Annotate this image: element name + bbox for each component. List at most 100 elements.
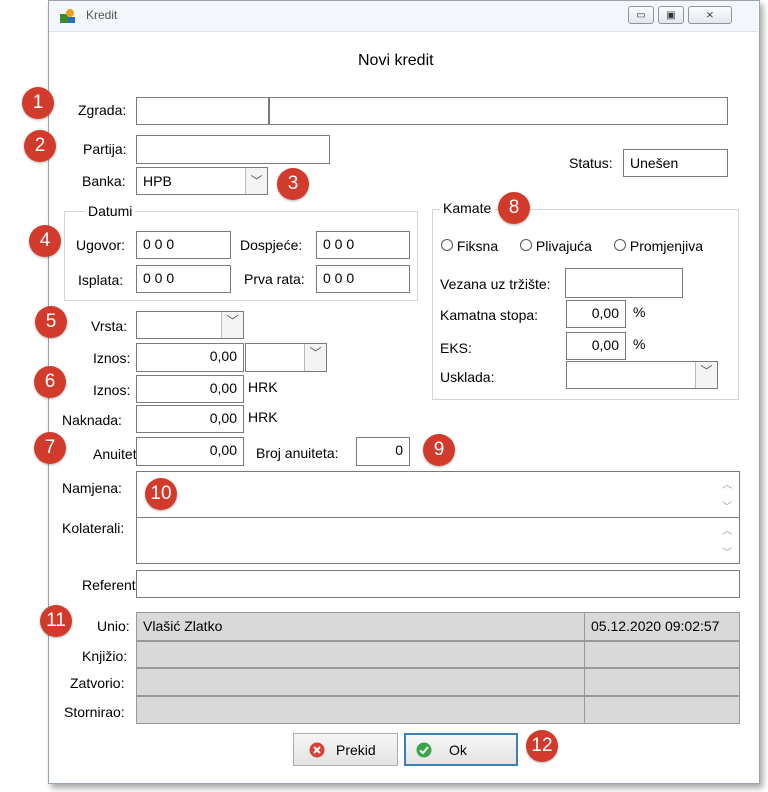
annotation-badge-12: 12 [526,730,558,762]
usklada-select[interactable]: ﹀ [566,361,718,389]
vezana-input[interactable] [565,268,683,298]
dospijece-value: 0 0 0 [323,236,355,252]
naknada-currency: HRK [248,409,278,425]
iznos-hrk-label: Iznos: [93,382,131,398]
isplata-label: Isplata: [78,272,124,288]
anuitet-label: Anuitet [93,446,137,462]
knjizio-date-field [584,641,740,668]
annotation-badge-7: 7 [34,432,66,464]
isplata-date-input[interactable]: 0 0 0 [136,265,231,293]
iznos-hrk-value: 0,00 [209,380,237,396]
eks-value: 0,00 [591,337,619,353]
prekid-label: Prekid [336,742,376,758]
kolaterali-label: Kolaterali: [62,520,125,536]
prva-rata-label: Prva rata: [244,271,305,287]
chevron-down-icon: ﹀ [695,362,717,388]
scroll-up-icon[interactable]: ︿ [719,522,735,537]
stornirao-name-field [136,696,585,724]
eks-input[interactable]: 0,00 [566,332,626,360]
namjena-textarea[interactable]: ︿ ﹀ [136,471,740,518]
annotation-badge-1: 1 [22,87,54,119]
status-field: Unešen [623,149,728,177]
vezana-label: Vezana uz tržište: [440,276,551,292]
kolaterali-textarea[interactable]: ︿ ﹀ [136,517,740,564]
radio-promjenjiva[interactable]: Promjenjiva [614,238,703,254]
ugovor-value: 0 0 0 [143,236,175,252]
zatvorio-date-field [584,668,740,696]
iznos-currency: HRK [248,379,278,395]
scroll-down-icon[interactable]: ﹀ [719,544,735,559]
chevron-down-icon: ﹀ [245,168,267,194]
referent-input[interactable] [136,570,740,598]
zgrada-name-input[interactable] [269,97,728,125]
banka-select[interactable]: HPB ﹀ [136,167,268,195]
status-label: Status: [569,155,613,171]
eks-label: EKS: [440,340,472,356]
annotation-badge-8: 8 [498,192,530,224]
annotation-badge-9: 9 [423,434,455,466]
knjizio-name-field [136,641,585,668]
radio-circle-icon [441,239,453,251]
radio-plivajuca-label: Plivajuća [535,238,592,254]
radio-plivajuca[interactable]: Plivajuća [520,238,592,254]
ok-button[interactable]: Ok [404,733,518,766]
iznos-input[interactable]: 0,00 [136,343,244,372]
partija-input[interactable] [136,135,330,164]
stornirao-date-field [584,696,740,724]
vrsta-select[interactable]: ﹀ [136,311,244,339]
scroll-down-icon[interactable]: ﹀ [719,498,735,513]
kamate-title: Kamate [440,200,495,216]
annotation-badge-11: 11 [40,605,72,637]
broj-anuiteta-value: 0 [395,442,403,458]
isplata-value: 0 0 0 [143,270,175,286]
anuitet-input[interactable]: 0,00 [136,437,244,466]
knjizio-label: Knjižio: [82,648,128,664]
partija-label: Partija: [83,141,127,157]
ugovor-label: Ugovor: [76,237,126,253]
naknada-input[interactable]: 0,00 [136,405,244,433]
unio-date-field: 05.12.2020 09:02:57 [584,612,740,641]
broj-anuiteta-label: Broj anuiteta: [256,445,339,461]
app-icon [60,9,75,23]
scroll-up-icon[interactable]: ︿ [719,476,735,491]
currency-select[interactable]: ﹀ [245,343,327,372]
zgrada-code-input[interactable] [136,97,269,125]
naknada-label: Naknada: [62,412,122,428]
prekid-button[interactable]: Prekid [293,733,398,766]
radio-fiksna-label: Fiksna [456,238,499,254]
percent-label: % [633,304,646,320]
broj-anuiteta-input[interactable]: 0 [356,437,410,466]
usklada-label: Usklada: [440,369,495,385]
annotation-badge-6: 6 [34,366,66,398]
close-button[interactable]: ⨯ [688,6,732,24]
kamatna-stopa-label: Kamatna stopa: [440,307,539,323]
kamatna-stopa-value: 0,00 [591,305,619,321]
chevron-down-icon: ﹀ [304,344,326,371]
form-title: Novi kredit [358,52,434,69]
annotation-badge-5: 5 [35,306,67,338]
annotation-badge-3: 3 [277,168,309,200]
namjena-label: Namjena: [62,480,122,496]
datumi-title: Datumi [85,203,136,219]
ugovor-date-input[interactable]: 0 0 0 [136,231,231,259]
annotation-badge-4: 4 [29,225,61,257]
dospijece-label: Dospjeće: [240,237,303,253]
iznos-hrk-input[interactable]: 0,00 [136,375,244,403]
banka-label: Banka: [82,173,126,189]
radio-fiksna[interactable]: Fiksna [441,238,498,254]
banka-value: HPB [143,173,172,189]
maximize-button[interactable]: ▣ [658,6,684,24]
checkmark-icon [416,742,432,758]
minimize-button[interactable]: ▭ [628,6,654,24]
window-title: Kredit [86,8,118,22]
radio-circle-icon [520,239,532,251]
kamatna-stopa-input[interactable]: 0,00 [566,300,626,328]
prva-rata-date-input[interactable]: 0 0 0 [316,265,410,293]
dospijece-date-input[interactable]: 0 0 0 [316,231,410,259]
ok-label: Ok [449,742,467,758]
unio-label: Unio: [97,618,130,634]
zatvorio-label: Zatvorio: [70,675,125,691]
zgrada-label: Zgrada: [78,102,127,118]
naknada-value: 0,00 [209,410,237,426]
status-value: Unešen [630,155,679,171]
